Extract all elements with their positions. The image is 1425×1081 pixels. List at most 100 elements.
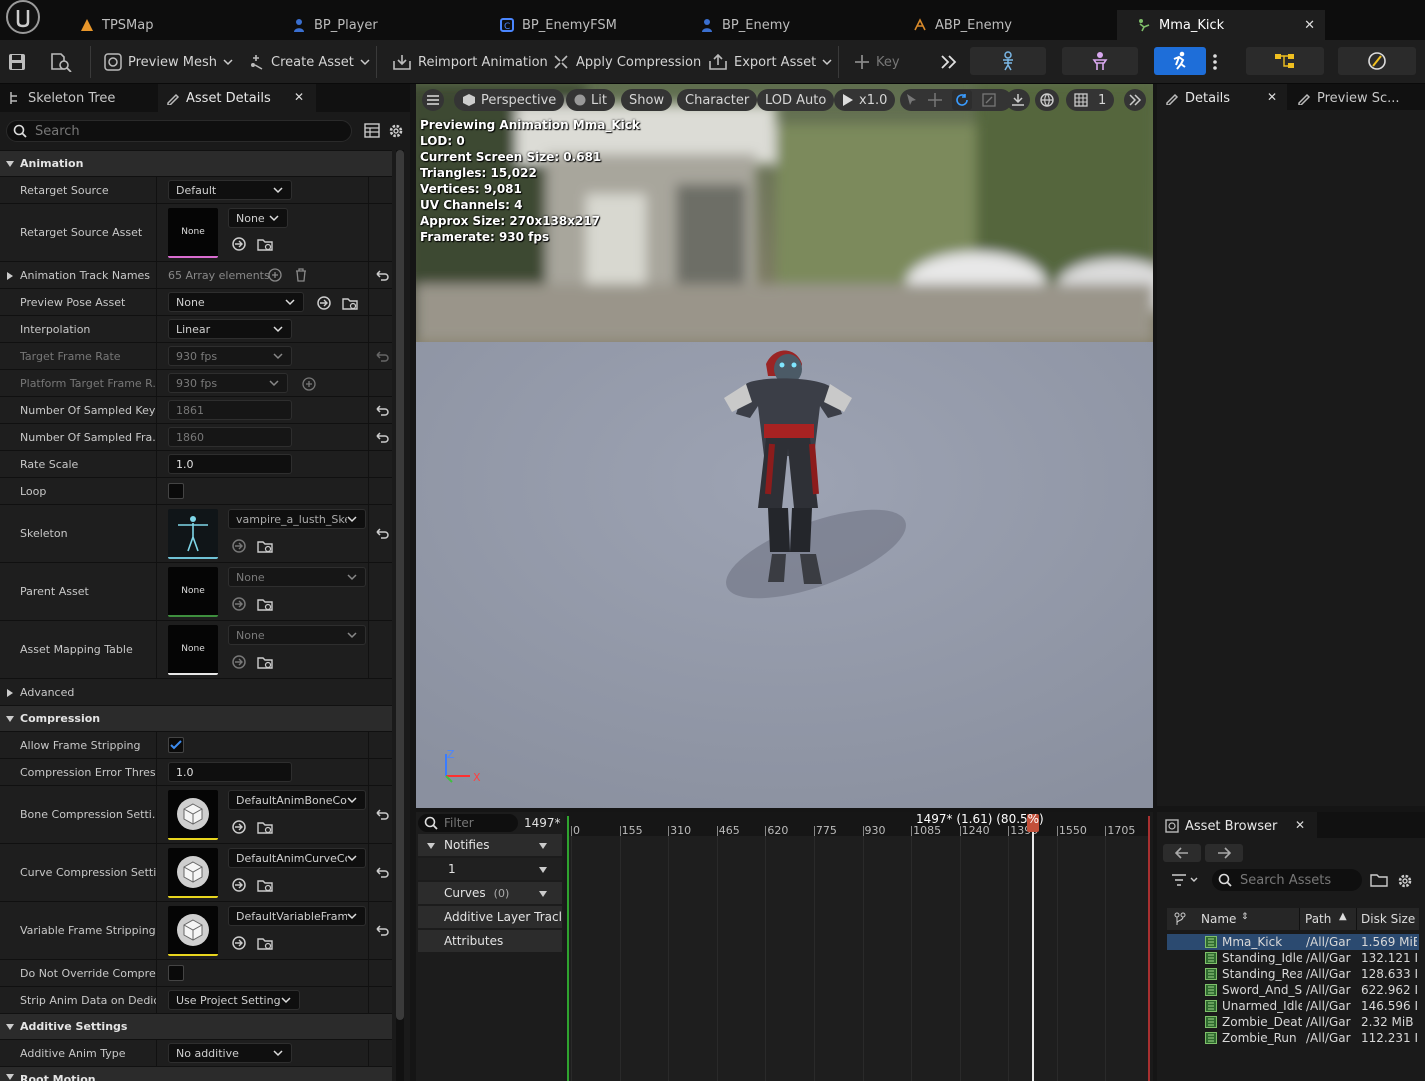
asset-row[interactable]: Mma_Kick/All/Gar 1.569 MiE [1167,934,1419,950]
category-compression[interactable]: Compression [0,705,392,731]
browse-folder-icon[interactable] [257,596,273,612]
tab-bp-player[interactable]: BP_Player [272,10,472,40]
source-control-icon[interactable] [1173,912,1187,926]
playhead[interactable] [1032,816,1035,1081]
skeleton-mode-button[interactable] [970,47,1046,75]
tab-bp-enemy[interactable]: BP_Enemy [680,10,885,40]
select-icon[interactable] [906,93,918,107]
tab-abp-enemy[interactable]: ABP_Enemy [893,10,1113,40]
key-button[interactable]: Key [854,48,900,76]
reset-to-default-icon[interactable] [375,527,389,541]
reset-to-default-icon[interactable] [375,350,389,364]
skeleton-thumbnail[interactable] [168,509,218,559]
skeleton-picker[interactable]: vampire_a_lusth_Ske [228,509,366,529]
details-search-input[interactable]: Search [6,120,352,142]
curve-compression-picker[interactable]: DefaultAnimCurveCo [228,848,366,868]
use-selected-icon[interactable] [231,654,247,670]
additive-type-dropdown[interactable]: No additive [168,1043,292,1063]
close-tab-icon[interactable]: ✕ [1295,818,1305,832]
sampled-frames-field[interactable]: 1860 [168,427,292,447]
column-path[interactable]: Path [1305,912,1331,926]
apply-compression-button[interactable]: Apply Compression [552,48,701,76]
timeline-track-area[interactable] [567,836,1150,1081]
rate-scale-field[interactable]: 1.0 [168,454,292,474]
column-name[interactable]: Name [1201,912,1236,926]
tab-skeleton-tree[interactable]: Skeleton Tree [0,84,154,112]
compression-settings-thumbnail[interactable] [168,906,218,956]
reset-to-default-icon[interactable] [375,269,389,283]
track-filter-input[interactable]: Filter [418,814,518,832]
world-local-button[interactable] [1035,89,1059,111]
export-asset-button[interactable]: Export Asset [708,48,832,76]
skeletal-mesh-mode-button[interactable] [1062,47,1138,75]
lod-button[interactable]: LOD Auto [757,89,835,111]
perspective-button[interactable]: Perspective [454,89,565,111]
retarget-source-dropdown[interactable]: Default [168,180,292,200]
browse-folder-icon[interactable] [257,654,273,670]
asset-row[interactable]: Zombie_Deatl/All/Gar 2.32 MiB [1167,1014,1419,1030]
category-root-motion[interactable]: Root Motion [0,1066,392,1081]
asset-row[interactable]: Zombie_Run/All/Gar 112.231 I [1167,1030,1419,1046]
mode-options-button[interactable] [1212,48,1218,76]
asset-row[interactable]: Standing_Idle/All/Gar 132.121 I [1167,950,1419,966]
playback-speed-button[interactable]: x1.0 [834,89,896,111]
forward-button[interactable] [1205,844,1243,862]
asset-mapping-picker[interactable]: None [228,625,366,645]
compression-error-field[interactable]: 1.0 [168,762,292,782]
platform-frame-rate-dropdown[interactable]: 930 fps [168,373,288,393]
tab-asset-details[interactable]: Asset Details ✕ [158,84,316,112]
physics-mode-button[interactable] [1338,47,1416,75]
sort-ascending-icon[interactable]: ▲ [1339,911,1347,922]
tab-details[interactable]: Details ✕ [1157,84,1287,112]
grid-snap-button[interactable]: 1 [1066,89,1115,111]
lit-button[interactable]: Lit [566,89,615,111]
reset-to-default-icon[interactable] [375,404,389,418]
strip-anim-dropdown[interactable]: Use Project Setting [168,990,300,1010]
loop-checkbox[interactable] [168,483,184,499]
sort-icon[interactable]: ⇕ [1241,912,1249,922]
gear-icon[interactable] [388,123,404,139]
filter-button[interactable] [1171,873,1199,887]
character-button[interactable]: Character [677,89,758,111]
row-animation-track-names[interactable]: Animation Track Names 65 Array elements [0,261,392,288]
preview-mesh-button[interactable]: Preview Mesh [104,48,233,76]
reimport-animation-button[interactable]: Reimport Animation [392,48,548,76]
browse-asset-button[interactable] [50,48,72,76]
use-selected-icon[interactable] [231,877,247,893]
target-frame-rate-dropdown[interactable]: 930 fps [168,346,292,366]
compression-settings-thumbnail[interactable] [168,848,218,898]
track-options-icon[interactable] [538,842,548,850]
reset-to-default-icon[interactable] [375,924,389,938]
column-disk-size[interactable]: Disk Size [1361,912,1415,926]
trash-icon[interactable] [293,267,309,283]
current-frame-field[interactable]: 1497* [524,816,561,830]
compression-settings-thumbnail[interactable] [168,790,218,840]
asset-row[interactable]: Sword_And_S/All/Gar 622.962 I [1167,982,1419,998]
asset-row[interactable]: Unarmed_Idle/All/Gar 146.596 I [1167,998,1419,1014]
scale-icon[interactable] [982,93,996,107]
retarget-asset-picker[interactable]: None [228,208,288,228]
close-tab-icon[interactable]: ✕ [1304,18,1315,33]
asset-search-input[interactable]: Search Assets [1212,869,1362,891]
browse-folder-icon[interactable] [257,538,273,554]
back-button[interactable] [1163,844,1201,862]
move-icon[interactable] [928,93,942,107]
use-selected-icon[interactable] [231,236,247,252]
add-platform-icon[interactable] [301,376,317,392]
preview-viewport[interactable]: Z X Perspective Lit Show Character LOD A… [416,84,1153,808]
track-options-icon[interactable] [538,866,548,874]
show-button[interactable]: Show [621,89,673,111]
track-curves[interactable]: Curves (0) [418,882,562,904]
tab-mma-kick[interactable]: Mma_Kick ✕ [1117,10,1325,40]
reset-to-default-icon[interactable] [375,431,389,445]
browse-folder-icon[interactable] [257,935,273,951]
asset-row[interactable]: Standing_Rea/All/Gar 128.633 I [1167,966,1419,982]
sampled-keys-field[interactable]: 1861 [168,400,292,420]
category-additive-settings[interactable]: Additive Settings [0,1013,392,1039]
details-scrollbar-thumb[interactable] [396,150,404,1020]
use-selected-icon[interactable] [316,295,332,311]
anim-blueprint-mode-button[interactable] [1246,47,1324,75]
category-animation[interactable]: Animation [0,150,392,176]
bone-compression-picker[interactable]: DefaultAnimBoneCor [228,790,366,810]
browse-folder-icon[interactable] [257,819,273,835]
